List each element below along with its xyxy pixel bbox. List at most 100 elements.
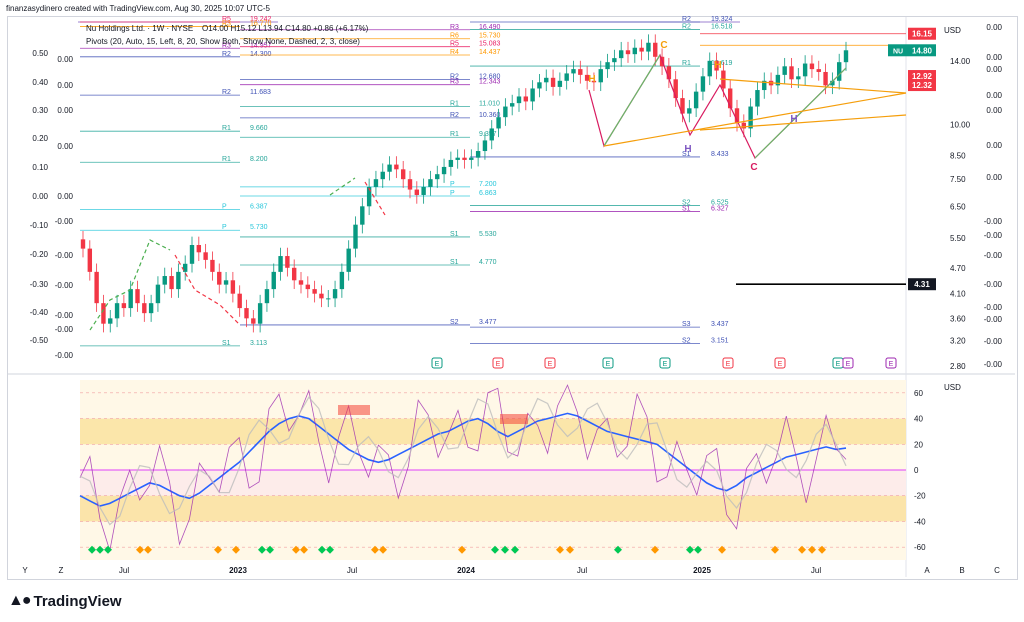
candle-body — [809, 63, 815, 70]
candle-body — [257, 303, 263, 324]
bottom-left-button[interactable]: Z — [59, 566, 64, 575]
pivot-level-label: S2 — [682, 338, 691, 345]
tradingview-logo[interactable]: ▲● TradingView — [8, 592, 122, 610]
price-tag-symbol-text: NU — [893, 48, 903, 55]
candle-body — [618, 50, 624, 59]
candle-body — [407, 179, 413, 190]
pattern-label: H — [684, 144, 691, 155]
right-axis-tick: 0.00 — [986, 23, 1002, 32]
price-axis-tick: 4.70 — [950, 264, 966, 273]
candle-body — [523, 96, 529, 102]
pivot-level-label: R4 — [450, 49, 459, 56]
candle-body — [782, 66, 787, 75]
pivot-value-label: 4.770 — [479, 259, 497, 266]
time-axis-label: Jul — [577, 566, 587, 575]
ohlc-values: O14.00 H15.12 L13.94 C14.80 +0.86 (+6.17… — [202, 24, 369, 33]
left-axis-tick: -0.30 — [30, 280, 49, 289]
candle-body — [612, 58, 617, 63]
pivot-value-label: 3.151 — [711, 338, 729, 345]
bottom-left-button[interactable]: Y — [22, 566, 28, 575]
candle-body — [278, 256, 283, 272]
candle-body — [598, 69, 603, 83]
pivot-value-label: 8.433 — [711, 151, 729, 158]
pivot-level-label: R2 — [222, 51, 231, 58]
bottom-right-button[interactable]: A — [924, 566, 930, 575]
indicator-axis-tick: 0 — [914, 466, 919, 475]
candle-body — [462, 157, 467, 160]
candle-body — [162, 276, 167, 285]
left-axis-tick: 0.40 — [32, 78, 48, 87]
candle-body — [475, 151, 481, 158]
pivot-value-label: 9.357 — [479, 131, 497, 138]
pivot-value-label: 12.343 — [479, 79, 501, 86]
pivot-level-label: P — [222, 224, 227, 231]
left-axis-tick: -0.00 — [55, 251, 74, 260]
right-axis-tick: -0.00 — [984, 315, 1003, 324]
pivot-level-label: S1 — [450, 231, 459, 238]
pivot-value-label: 6.863 — [479, 190, 497, 197]
pivot-level-label: R6 — [450, 33, 459, 40]
indicator-lower-band — [80, 495, 906, 522]
candle-body — [441, 166, 447, 175]
pivot-value-label: 3.113 — [250, 340, 267, 347]
earnings-marker-label: E — [606, 361, 611, 368]
pivot-value-label: 14.437 — [479, 49, 501, 56]
right-axis-tick: 0.00 — [986, 106, 1002, 115]
chart-canvas[interactable]: R5 19.242R3 16.770R3 14.957R2 14.300R2 11.683… — [0, 0, 1024, 622]
indicator-upper-band — [80, 418, 906, 445]
candle-body — [80, 239, 86, 249]
pivot-level-label: S1 — [682, 205, 691, 212]
candle-body — [625, 50, 631, 55]
candle-body — [400, 169, 406, 180]
left-axis-tick: -0.50 — [30, 336, 49, 345]
candle-body — [312, 289, 317, 294]
left-axis-tick: 0.10 — [32, 163, 48, 172]
right-axis-tick: -0.00 — [984, 337, 1003, 346]
pivot-level-label: R5 — [450, 41, 459, 48]
candle-body — [339, 271, 345, 290]
symbol-title[interactable]: Nu Holdings Ltd. · 1W · NYSE — [86, 24, 193, 33]
earnings-marker-label: E — [496, 361, 501, 368]
pivot-level-label: R2 — [682, 23, 691, 30]
right-axis-tick: 0.00 — [986, 65, 1002, 74]
candle-body — [653, 42, 658, 57]
pivot-value-label: 19.324 — [711, 16, 733, 23]
price-axis-tick: 8.50 — [950, 151, 966, 160]
candle-body — [687, 108, 692, 114]
earnings-marker-label: E — [889, 361, 894, 368]
candle-body — [823, 71, 828, 86]
candle-body — [428, 179, 433, 187]
right-axis-tick: -0.00 — [984, 280, 1003, 289]
pattern-label: C — [750, 162, 757, 173]
candle-body — [836, 62, 842, 81]
candle-body — [285, 256, 290, 268]
right-axis-tick: -0.00 — [984, 251, 1003, 260]
pivot-level-label: R2 — [450, 112, 459, 119]
candle-body — [332, 289, 338, 299]
candle-body — [802, 63, 808, 77]
pivot-level-label: P — [222, 204, 227, 211]
pivots-indicator-legend[interactable]: Pivots (20, Auto, 15, Left, 8, 20, Show … — [86, 37, 360, 46]
left-axis-tick: -0.00 — [55, 351, 74, 360]
price-axis-tick: 5.50 — [950, 234, 966, 243]
pivot-value-label: 11.683 — [250, 89, 271, 96]
zigzag-up-line — [329, 177, 356, 196]
candle-body — [455, 157, 460, 160]
pivot-value-label: 5.530 — [479, 231, 497, 238]
pivot-level-label: S3 — [682, 321, 691, 328]
currency-label[interactable]: USD — [944, 26, 961, 35]
candle-body — [237, 293, 242, 309]
left-axis-tick: 0.00 — [57, 106, 73, 115]
pivot-level-label: R1 — [450, 100, 459, 107]
candle-body — [516, 96, 522, 104]
candle-body — [605, 62, 610, 70]
bottom-right-button[interactable]: B — [959, 566, 964, 575]
candle-body — [530, 88, 535, 102]
candle-body — [578, 69, 583, 75]
pivot-value-label: 3.477 — [479, 319, 497, 326]
bottom-right-button[interactable]: C — [994, 566, 1000, 575]
left-axis-tick: -0.00 — [55, 311, 74, 320]
time-axis-label: 2025 — [693, 566, 711, 575]
candle-body — [448, 159, 454, 167]
candle-body — [707, 60, 712, 77]
